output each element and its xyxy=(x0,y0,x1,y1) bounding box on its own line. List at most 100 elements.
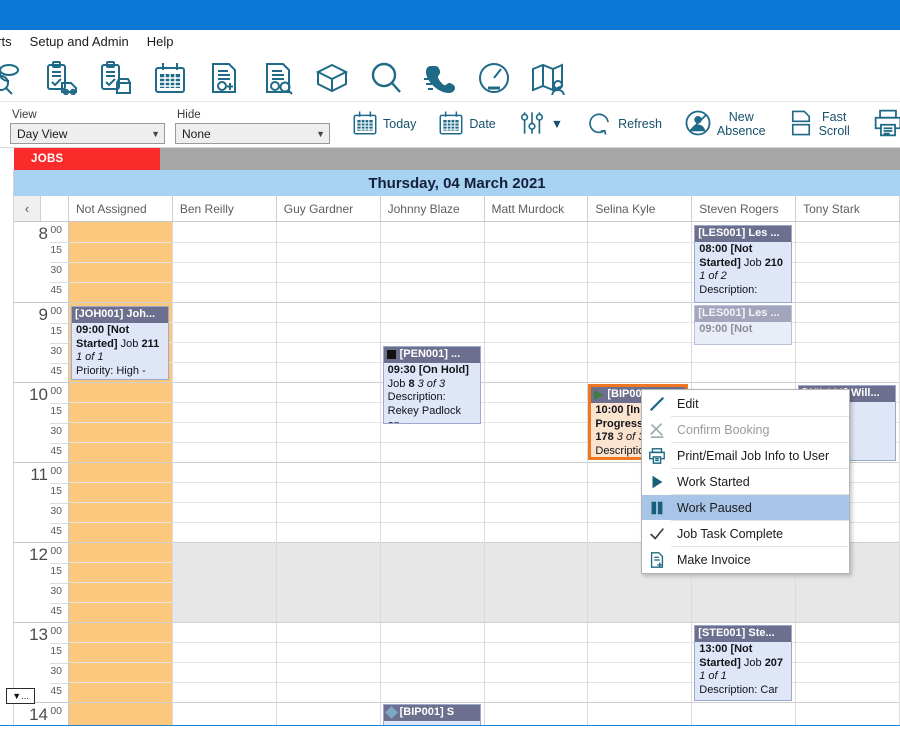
calendar-icon[interactable] xyxy=(148,57,192,99)
diary-column-guy-gardner[interactable] xyxy=(276,222,381,732)
quarter-label: 00 xyxy=(50,465,62,477)
calendar-icon xyxy=(352,110,378,139)
filter-settings-button[interactable]: ▼ xyxy=(510,104,571,144)
appointment-time: 09:00 xyxy=(699,322,728,335)
hide-select[interactable]: None ▼ xyxy=(175,123,330,144)
grid-filter-button[interactable]: ▼... xyxy=(6,688,35,704)
play-icon xyxy=(642,473,671,491)
column-header-selina-kyle[interactable]: Selina Kyle xyxy=(588,196,693,221)
context-menu-item-job-task-complete[interactable]: Job Task Complete xyxy=(642,521,849,546)
context-menu-item-work-paused[interactable]: Work Paused xyxy=(642,495,849,520)
appointment-time: 08:00 xyxy=(699,242,728,255)
column-header-ben-reilly[interactable]: Ben Reilly xyxy=(173,196,277,221)
view-label: View xyxy=(12,109,37,121)
appointment-job-label: Job xyxy=(120,337,139,350)
today-button-label: Today xyxy=(383,117,417,131)
prev-day-button[interactable]: ‹ xyxy=(14,196,41,221)
fast-scroll-button-label: Fast Scroll xyxy=(818,109,850,138)
appointment-context-menu: Edit Confirm Booking Print/Email Job Inf… xyxy=(641,389,850,574)
column-header-guy-gardner[interactable]: Guy Gardner xyxy=(277,196,381,221)
column-header-not-assigned[interactable]: Not Assigned xyxy=(69,196,173,221)
view-select[interactable]: Day View ▼ xyxy=(10,123,165,144)
menu-item-help[interactable]: Help xyxy=(138,32,183,51)
clipboard-truck-icon[interactable] xyxy=(40,57,84,99)
tab-jobs[interactable]: JOBS xyxy=(14,148,160,170)
new-absence-button[interactable]: New Absence xyxy=(676,104,774,144)
appointment-ste001[interactable]: [STE001] Ste... 13:00 [Not Started] Job … xyxy=(694,625,793,701)
date-button[interactable]: Date xyxy=(430,104,503,144)
quarter-label: 30 xyxy=(50,585,62,597)
magnifier-icon[interactable] xyxy=(364,57,408,99)
hour-row-10: 10 00 15 30 45 xyxy=(14,382,68,462)
refresh-button[interactable]: Refresh xyxy=(577,104,670,144)
context-menu-item-print-email-job-info[interactable]: Print/Email Job Info to User xyxy=(642,443,849,468)
sliders-icon xyxy=(518,109,546,140)
diary-column-not-assigned[interactable]: [JOH001] Joh... 09:00 [Not Started] Job … xyxy=(69,222,173,732)
appointment-les001-a[interactable]: [LES001] Les ... 08:00 [Not Started] Job… xyxy=(694,225,793,303)
appointment-title: [LES001] Les ... xyxy=(695,306,792,322)
print-button[interactable] xyxy=(864,104,900,144)
context-menu-item-make-invoice[interactable]: Make Invoice xyxy=(642,547,849,572)
appointment-job-number: 207 xyxy=(764,656,784,669)
column-header-matt-murdock[interactable]: Matt Murdock xyxy=(485,196,589,221)
appointment-job-number: 178 xyxy=(595,431,614,444)
column-header-steven-rogers[interactable]: Steven Rogers xyxy=(692,196,797,221)
absence-person-icon xyxy=(684,109,712,140)
quarter-label: 45 xyxy=(50,605,62,617)
context-menu-item-confirm-booking[interactable]: Confirm Booking xyxy=(642,417,849,442)
quote-add-icon[interactable] xyxy=(202,57,246,99)
printer-icon xyxy=(642,447,671,465)
appointment-les001-b[interactable]: [LES001] Les ... 09:00 [Not xyxy=(694,305,793,345)
menu-item-setup-and-admin[interactable]: Setup and Admin xyxy=(21,32,138,51)
fast-scroll-button[interactable]: Fast Scroll xyxy=(780,104,858,144)
diary-column-johnny-blaze[interactable]: [PEN001] ... 09:30 [On Hold] Job 8 3 of … xyxy=(380,222,485,732)
map-person-icon[interactable] xyxy=(526,57,570,99)
diary-column-matt-murdock[interactable] xyxy=(484,222,589,732)
quote-search-icon[interactable] xyxy=(256,57,300,99)
chevron-down-icon[interactable]: ▼ xyxy=(551,117,563,131)
view-select-value: Day View xyxy=(17,126,68,141)
quarter-label: 30 xyxy=(50,665,62,677)
today-button[interactable]: Today xyxy=(344,104,424,144)
customer-search-icon[interactable] xyxy=(0,57,30,99)
appointment-body: 09:00 [Not Started] Job 211 1 of 1 Prior… xyxy=(72,323,168,379)
clipboard-shop-icon[interactable] xyxy=(94,57,138,99)
context-menu-item-edit[interactable]: Edit xyxy=(642,391,849,416)
appointment-description: Description: xyxy=(387,391,446,404)
appointment-description-2: Rekey Padlock on xyxy=(387,405,461,423)
printer-icon xyxy=(872,108,900,141)
context-menu-item-work-started[interactable]: Work Started xyxy=(642,469,849,494)
appointment-title: [BIP001] S xyxy=(383,705,480,721)
appointment-status: [Not xyxy=(730,322,753,335)
column-header-johnny-blaze[interactable]: Johnny Blaze xyxy=(381,196,485,221)
tab-strip-spacer xyxy=(0,148,14,170)
appointment-body: 09:00 [Not xyxy=(695,322,791,338)
stop-square-icon xyxy=(386,350,396,360)
calendar-icon xyxy=(438,110,464,139)
window-title-bar xyxy=(0,0,900,30)
speedometer-icon[interactable] xyxy=(472,57,516,99)
stock-box-icon[interactable] xyxy=(310,57,354,99)
appointment-title: [LES001] Les ... xyxy=(695,226,792,242)
hour-label: 8 xyxy=(38,224,48,243)
quarter-label: 45 xyxy=(50,365,62,377)
appointment-job-number: 210 xyxy=(764,256,784,269)
hour-label: 10 xyxy=(29,385,48,404)
grid-lines xyxy=(484,222,588,732)
hide-label: Hide xyxy=(177,109,201,121)
appointment-description: Priority: High - xyxy=(76,365,146,377)
appointment-pen001[interactable]: [PEN001] ... 09:30 [On Hold] Job 8 3 of … xyxy=(382,346,481,424)
appointment-time: 09:00 xyxy=(76,323,105,336)
quarter-label: 30 xyxy=(50,425,62,437)
phone-icon[interactable] xyxy=(418,57,462,99)
hide-select-value: None xyxy=(182,126,211,141)
invoice-icon xyxy=(642,551,671,569)
menu-item-reports[interactable]: orts xyxy=(0,32,21,51)
quarter-label: 30 xyxy=(50,345,62,357)
appointment-joh001[interactable]: [JOH001] Joh... 09:00 [Not Started] Job … xyxy=(71,306,169,380)
quarter-label: 30 xyxy=(50,264,62,276)
refresh-button-label: Refresh xyxy=(618,117,662,131)
column-header-tony-stark[interactable]: Tony Stark xyxy=(796,196,900,221)
diary-column-ben-reilly[interactable] xyxy=(172,222,277,732)
quarter-label: 15 xyxy=(50,405,62,417)
